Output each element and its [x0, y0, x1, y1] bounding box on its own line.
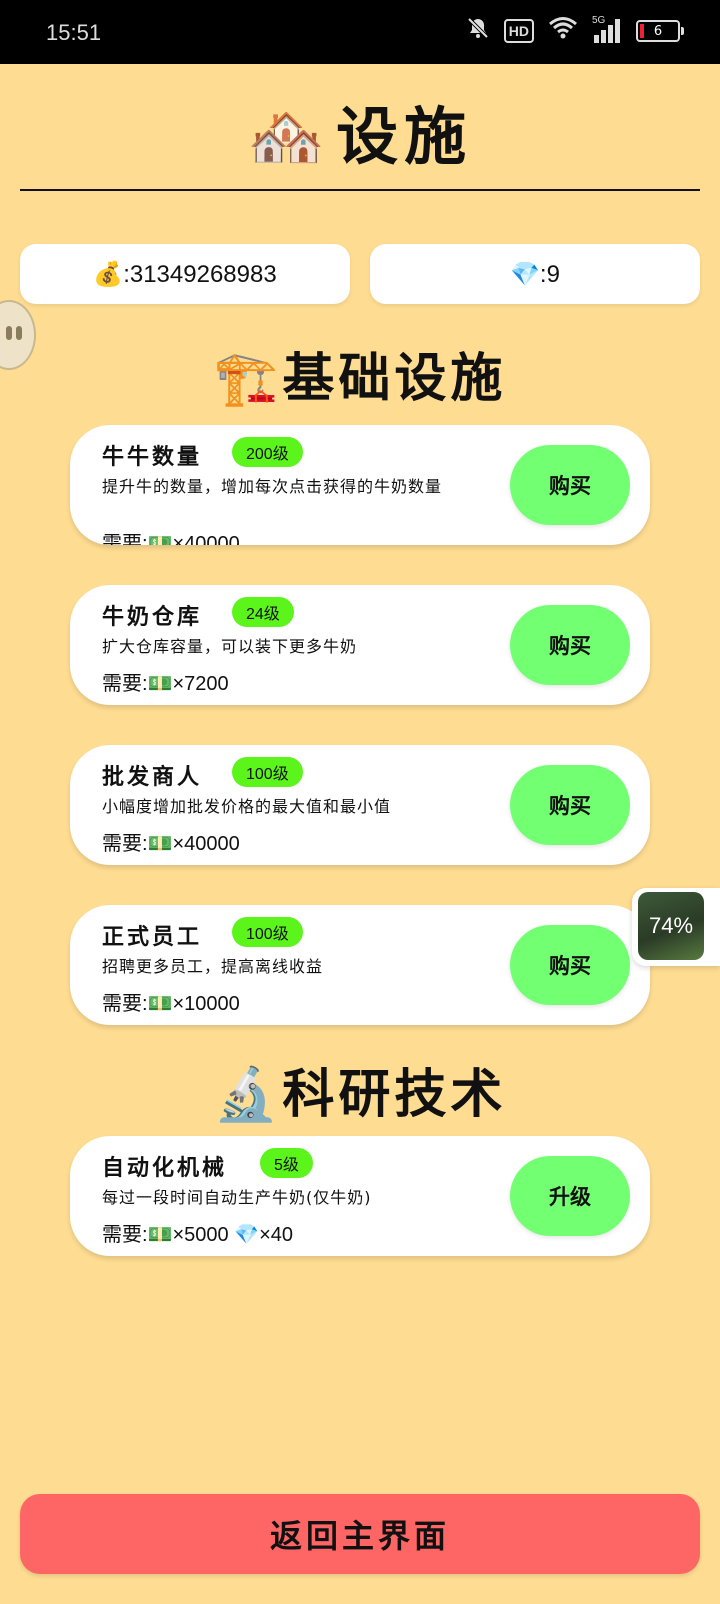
- facility-card-cattle-count: 牛牛数量 200级 提升牛的数量，增加每次点击获得的牛奶数量 需要:💵×4000…: [70, 425, 650, 545]
- card-description: 招聘更多员工，提高离线收益: [102, 957, 324, 976]
- card-name: 牛奶仓库: [102, 605, 203, 630]
- page-title: 设施: [336, 100, 473, 173]
- level-badge: 100级: [232, 757, 303, 787]
- battery-level: 6: [653, 23, 663, 39]
- facility-card-staff: 正式员工 100级 招聘更多员工，提高离线收益 需要:💵×10000 购买: [70, 905, 650, 1025]
- level-badge: 200级: [232, 437, 303, 467]
- card-cost: 需要:💵×40000: [102, 833, 240, 855]
- bell-off-icon: [466, 16, 490, 46]
- status-icons: HD 5G 6: [466, 15, 684, 46]
- card-cost: 需要:💵×10000: [102, 993, 240, 1015]
- microscope-icon: 🔬: [213, 1064, 283, 1125]
- level-badge: 24级: [232, 597, 294, 627]
- facility-card-wholesaler: 批发商人 100级 小幅度增加批发价格的最大值和最小值 需要:💵×40000 购…: [70, 745, 650, 865]
- crane-icon: 🏗️: [213, 348, 283, 409]
- hd-icon: HD: [503, 19, 534, 43]
- card-name: 牛牛数量: [102, 445, 203, 470]
- card-name: 正式员工: [102, 925, 203, 950]
- network-label: 5G: [592, 15, 606, 26]
- facility-card-milk-warehouse: 牛奶仓库 24级 扩大仓库容量，可以装下更多牛奶 需要:💵×7200 购买: [70, 585, 650, 705]
- level-badge: 5级: [260, 1148, 313, 1178]
- houses-icon: 🏘️: [247, 100, 332, 173]
- section-basic-title: 基础设施: [282, 348, 507, 409]
- card-description: 每过一段时间自动生产牛奶(仅牛奶): [102, 1188, 372, 1207]
- section-basic: 🏗️基础设施: [0, 336, 720, 411]
- buy-button[interactable]: 购买: [510, 605, 630, 685]
- research-card-automation: 自动化机械 5级 每过一段时间自动生产牛奶(仅牛奶) 需要:💵×5000 💎×4…: [70, 1136, 650, 1256]
- card-name: 批发商人: [102, 765, 203, 790]
- section-research-title: 科研技术: [282, 1064, 507, 1125]
- card-description: 扩大仓库容量，可以装下更多牛奶: [102, 637, 358, 656]
- upgrade-button[interactable]: 升级: [510, 1156, 630, 1236]
- card-name: 自动化机械: [102, 1156, 228, 1181]
- page-header: 🏘️ 设施: [0, 86, 720, 176]
- card-cost: 需要:💵×7200: [102, 673, 229, 695]
- buy-button[interactable]: 购买: [510, 445, 630, 525]
- level-badge: 100级: [232, 917, 303, 947]
- buy-button[interactable]: 购买: [510, 925, 630, 1005]
- floating-widget[interactable]: 74%: [632, 888, 720, 966]
- buy-button[interactable]: 购买: [510, 765, 630, 845]
- battery-fill: [640, 24, 644, 38]
- coins-display: 💰:31349268983: [20, 244, 350, 304]
- card-cost: 需要:💵×5000 💎×40: [102, 1224, 294, 1246]
- wifi-icon: [548, 16, 578, 46]
- card-description: 提升牛的数量，增加每次点击获得的牛奶数量: [102, 477, 443, 496]
- battery-icon: 6: [636, 20, 684, 42]
- card-cost: 需要:💵×40000: [102, 533, 240, 545]
- status-bar: 15:51 HD 5G 6: [0, 0, 720, 64]
- header-divider: [20, 189, 700, 191]
- floating-widget-label: 74%: [638, 892, 704, 960]
- signal-5g-icon: 5G: [592, 15, 622, 43]
- diamonds-display: 💎:9: [370, 244, 700, 304]
- status-time: 15:51: [46, 20, 102, 45]
- back-to-main-button[interactable]: 返回主界面: [20, 1494, 700, 1574]
- card-description: 小幅度增加批发价格的最大值和最小值: [102, 797, 392, 816]
- section-research: 🔬科研技术: [0, 1052, 720, 1127]
